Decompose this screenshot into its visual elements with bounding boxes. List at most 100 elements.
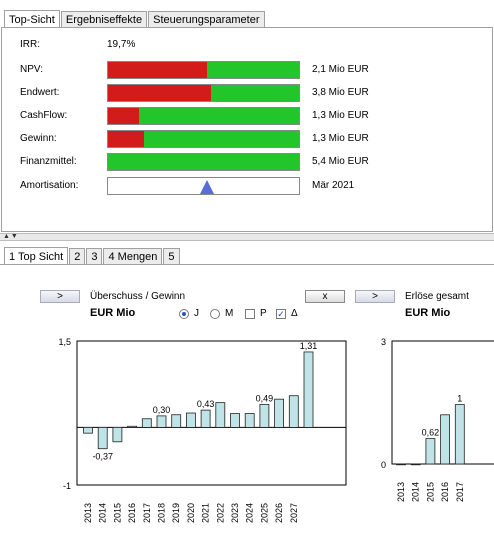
x-tick-label: 2013 <box>83 503 93 523</box>
option-m-label: M <box>225 308 234 319</box>
kpi-row-npv: NPV: 2,1 Mio EUR <box>20 60 490 80</box>
chart-bar <box>83 427 93 434</box>
x-tick-label: 2025 <box>259 503 269 523</box>
option-m-radio[interactable] <box>210 309 220 319</box>
chart2-title: Erlöse gesamt <box>405 291 469 302</box>
irr-row: IRR: 19,7% <box>20 35 490 55</box>
x-tick-label: 2018 <box>157 503 167 523</box>
data-label: 0,43 <box>197 399 215 409</box>
kpi-value: 3,8 Mio EUR <box>312 87 369 98</box>
x-tick-label: 2020 <box>186 503 196 523</box>
tab-ergebniseffekte[interactable]: Ergebniseffekte <box>60 11 148 28</box>
y-tick-label: -1 <box>63 481 71 491</box>
chart-bar <box>185 412 196 428</box>
chart1-expand-button[interactable]: > <box>40 290 80 303</box>
kpi-label: CashFlow: <box>20 110 68 121</box>
chart1-unit: EUR Mio <box>90 307 136 319</box>
kpi-value: 2,1 Mio EUR <box>312 64 369 75</box>
x-tick-label: 2026 <box>274 503 284 523</box>
chart-bar <box>259 403 270 428</box>
kpi-row-amortisation: Amortisation: Mär 2021 <box>20 176 490 196</box>
data-label: 1 <box>457 394 462 404</box>
chart2-unit: EUR Mio <box>405 307 451 319</box>
kpi-label: NPV: <box>20 64 43 75</box>
chart-bar <box>200 409 211 428</box>
chart-bar <box>288 395 299 428</box>
x-tick-label: 2023 <box>230 503 240 523</box>
amortisation-label: Amortisation: <box>20 180 79 191</box>
option-j-radio[interactable] <box>179 309 189 319</box>
data-label: -0,37 <box>92 452 113 462</box>
y-tick-label: 1,5 <box>58 337 71 347</box>
y-tick-label: 3 <box>381 337 386 347</box>
x-tick-label: 2017 <box>142 503 152 523</box>
kpi-row-finanzmittel: Finanzmittel: 5,4 Mio EUR <box>20 152 490 172</box>
tab-4-mengen[interactable]: 4 Mengen <box>103 248 163 265</box>
tab-2[interactable]: 2 <box>69 248 86 265</box>
kpi-bar <box>107 61 300 79</box>
kpi-bar-negative-part <box>108 131 145 147</box>
chart1-close-button[interactable]: x <box>305 290 345 303</box>
kpi-label: Endwert: <box>20 87 60 98</box>
x-tick-label: 2016 <box>127 503 137 523</box>
chart-bar <box>230 413 240 428</box>
kpi-row-cashflow: CashFlow: 1,3 Mio EUR <box>20 106 490 126</box>
kpi-row-gewinn: Gewinn: 1,3 Mio EUR <box>20 129 490 149</box>
irr-label: IRR: <box>20 39 40 50</box>
chart2-expand-button[interactable]: > <box>355 290 395 303</box>
x-tick-label: 2014 <box>98 503 108 523</box>
kpi-row-endwert: Endwert: 3,8 Mio EUR <box>20 83 490 103</box>
option-j-label: J <box>194 308 199 319</box>
option-delta-checkbox[interactable]: ✓ <box>276 309 286 319</box>
splitter-arrows-icon[interactable]: ▲▼ <box>3 233 19 241</box>
kpi-bar <box>107 107 300 125</box>
panel-splitter[interactable]: ▲▼ <box>0 233 494 241</box>
kpi-panel: IRR: 19,7% NPV: 2,1 Mio EUR Endwert: 3,8… <box>1 27 493 232</box>
kpi-bar <box>107 84 300 102</box>
x-tick-label: 2019 <box>171 503 181 523</box>
data-label: 0,62 <box>422 428 440 438</box>
chart2-erloese-gesamt: 3 0 2013 2014 2015 2016 2017 0,62 1 <box>381 337 494 502</box>
option-delta-label: Δ <box>291 308 298 319</box>
chart-bar <box>303 351 314 428</box>
chart-bar <box>141 418 152 428</box>
amortisation-timeline <box>107 177 300 195</box>
x-tick-label: 2017 <box>455 482 465 502</box>
x-tick-label: 2013 <box>396 482 406 502</box>
kpi-label: Gewinn: <box>20 133 57 144</box>
kpi-bar <box>107 130 300 148</box>
x-tick-label: 2014 <box>411 482 421 502</box>
chart-bar <box>244 413 255 428</box>
bottom-tab-bar: 1 Top Sicht 2 3 4 Mengen 5 <box>4 246 181 266</box>
kpi-bar-negative-part <box>108 108 139 124</box>
chart-bar <box>156 415 167 428</box>
top-tab-bar: Top-Sicht Ergebniseffekte Steuerungspara… <box>4 9 266 29</box>
x-tick-label: 2021 <box>201 503 211 523</box>
option-p-label: P <box>260 308 267 319</box>
chart-bar <box>112 427 123 443</box>
data-label: 0,30 <box>153 405 171 415</box>
x-tick-label: 2024 <box>245 503 255 523</box>
chart-bar <box>215 402 226 428</box>
tab-steuerungsparameter[interactable]: Steuerungsparameter <box>148 11 265 28</box>
chart-bar <box>440 414 450 465</box>
tab-3[interactable]: 3 <box>86 248 103 265</box>
chart-bar <box>97 427 108 450</box>
chart-bar <box>274 398 285 428</box>
x-tick-label: 2027 <box>289 503 299 523</box>
x-tick-label: 2015 <box>112 503 122 523</box>
x-tick-label: 2022 <box>215 503 225 523</box>
chart-bar <box>454 404 465 465</box>
chart1-title: Überschuss / Gewinn <box>90 291 186 302</box>
data-label: 1,31 <box>300 341 318 351</box>
chart-bar <box>127 425 137 428</box>
kpi-value: 1,3 Mio EUR <box>312 110 369 121</box>
irr-value: 19,7% <box>107 39 136 50</box>
chart1-ueberschuss-gewinn: 1,5 -1 2013 2014 2015 2016 2017 2018 2019 2020 202… <box>58 337 347 523</box>
kpi-label: Finanzmittel: <box>20 156 77 167</box>
chart-bar <box>396 463 406 466</box>
option-p-checkbox[interactable] <box>245 309 255 319</box>
kpi-value: 5,4 Mio EUR <box>312 156 369 167</box>
kpi-value: 1,3 Mio EUR <box>312 133 369 144</box>
tab-5[interactable]: 5 <box>163 248 180 265</box>
